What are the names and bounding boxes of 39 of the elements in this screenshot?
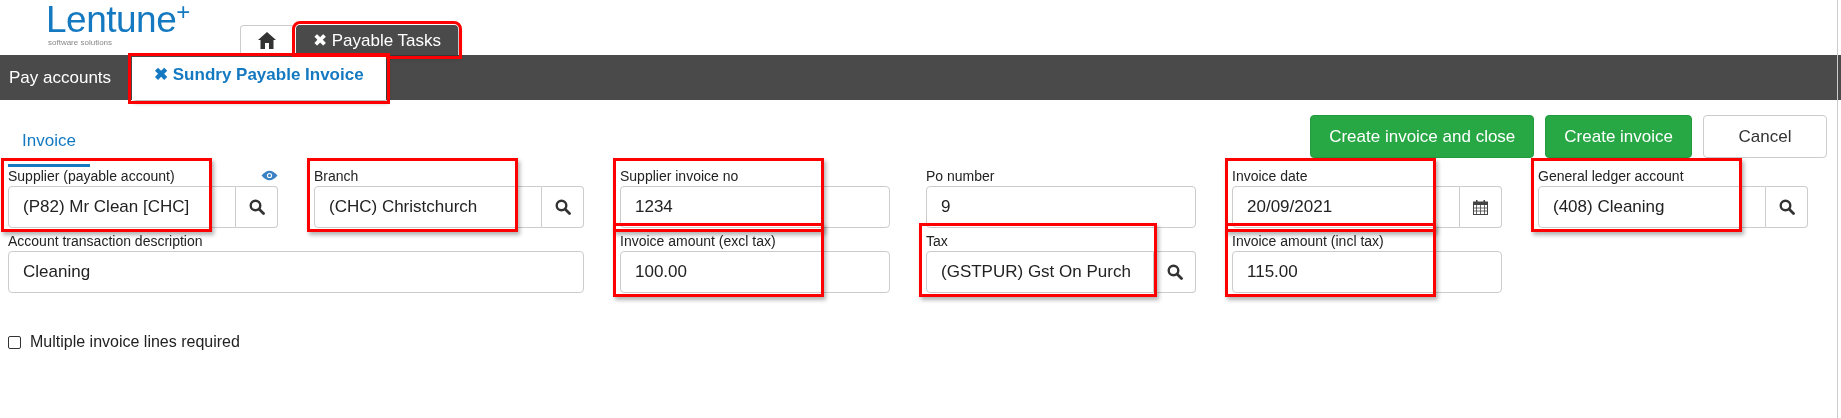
input-field[interactable]: (408) Cleaning	[1538, 186, 1766, 228]
input-field[interactable]: (GSTPUR) Gst On Purch	[926, 251, 1154, 293]
field-label: Invoice amount (excl tax)	[620, 232, 776, 249]
search-button[interactable]	[1766, 186, 1808, 228]
tab[interactable]: Pay accounts	[0, 55, 121, 100]
logo-wordmark: Lentune$^{+}$	[46, 2, 190, 38]
input-field[interactable]: (CHC) Christchurch	[314, 186, 542, 228]
input-field[interactable]: 9	[926, 186, 1196, 228]
search-button[interactable]	[542, 186, 584, 228]
home-icon	[258, 32, 276, 49]
input-field[interactable]: Cleaning	[8, 251, 584, 293]
input-field[interactable]: 115.00	[1232, 251, 1502, 293]
field-label: Invoice date	[1232, 167, 1308, 184]
field-label: Tax	[926, 232, 948, 249]
checkbox-label: Multiple invoice lines required	[30, 333, 240, 351]
field-label: Branch	[314, 167, 359, 184]
field-label: Invoice amount (incl tax)	[1232, 232, 1384, 249]
home-tab[interactable]	[240, 25, 294, 55]
eye-icon[interactable]	[261, 170, 278, 181]
input-field[interactable]: (P82) Mr Clean [CHC]	[8, 186, 236, 228]
field-label: General ledger account	[1538, 167, 1684, 184]
field-label: Supplier invoice no	[620, 167, 739, 184]
field-label: Account transaction description	[8, 232, 203, 249]
search-icon	[248, 199, 265, 215]
search-icon	[1778, 199, 1795, 215]
search-button[interactable]	[236, 186, 278, 228]
calendar-button[interactable]	[1460, 186, 1502, 228]
calendar-icon	[1473, 199, 1488, 215]
input-field[interactable]: 1234	[620, 186, 890, 228]
input-field[interactable]: 20/09/2021	[1232, 186, 1460, 228]
field-label: Supplier (payable account)	[8, 167, 175, 184]
field-label: Po number	[926, 167, 995, 184]
search-icon	[1166, 264, 1183, 280]
cancel-button[interactable]: Cancel	[1703, 115, 1827, 158]
search-icon	[554, 199, 571, 215]
input-field[interactable]: 100.00	[620, 251, 890, 293]
checkbox[interactable]	[8, 335, 21, 349]
logo-tagline: software solutions	[48, 38, 113, 47]
search-button[interactable]	[1154, 251, 1196, 293]
